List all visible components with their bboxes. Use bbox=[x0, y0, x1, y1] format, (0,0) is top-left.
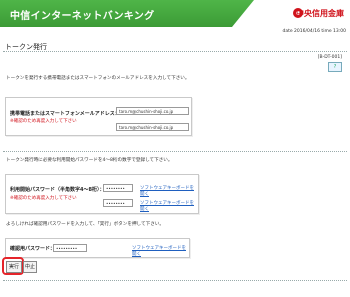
datetime-line: date 2016/04/16 time 13:00 bbox=[282, 29, 346, 34]
software-keyboard-link-1[interactable]: ソフトウェアキーボードを開く bbox=[140, 185, 198, 197]
divider bbox=[3, 280, 347, 281]
confirm-instruction: よろしければ確認用パスワードを入力して、「実行」ボタンを押して下さい。 bbox=[6, 222, 164, 227]
screen-id: [B-DT-001] bbox=[317, 55, 342, 60]
divider bbox=[3, 151, 347, 152]
password-confirm-note: ※確認のため再度入力して下さい bbox=[10, 196, 77, 201]
confirm-panel: 確認用パスワード： ••••••••• ソフトウェアキーボードを開く bbox=[5, 238, 190, 258]
password-label: 利用開始パスワード（半角数字4～8桁）： bbox=[10, 187, 105, 193]
cancel-button[interactable]: 中止 bbox=[23, 261, 37, 273]
password-panel: 利用開始パスワード（半角数字4～8桁）： ※確認のため再度入力して下さい •••… bbox=[5, 174, 199, 214]
password-confirm-field[interactable]: •••••••• bbox=[103, 199, 133, 207]
email-instruction: トークンを発行する携帯電話またはスマートフォンのメールアドレスを入力して下さい。 bbox=[6, 76, 190, 81]
bank-name: 中央信用金庫 bbox=[296, 9, 344, 18]
password-instruction: トークン発行時に必要な利用開始パスワードを4～8桁の数字で登録して下さい。 bbox=[6, 158, 173, 163]
execute-button[interactable]: 実行 bbox=[6, 261, 22, 273]
app-title: 中信インターネットバンキング bbox=[10, 11, 155, 22]
software-keyboard-link-2[interactable]: ソフトウェアキーボードを開く bbox=[140, 200, 198, 212]
software-keyboard-link-3[interactable]: ソフトウェアキーボードを開く bbox=[132, 245, 189, 257]
email-confirm-note: ※確認のため再度入力して下さい bbox=[10, 119, 77, 124]
password-field[interactable]: •••••••• bbox=[103, 184, 133, 192]
confirm-password-field[interactable]: ••••••••• bbox=[53, 244, 87, 252]
email-panel: 携帯電話またはスマートフォンメールアドレス： ※確認のため再度入力して下さい t… bbox=[5, 97, 192, 136]
app-header: 中信インターネットバンキング 中央信用金庫 bbox=[0, 0, 350, 27]
confirm-password-label: 確認用パスワード： bbox=[10, 246, 56, 252]
email-label: 携帯電話またはスマートフォンメールアドレス： bbox=[10, 111, 120, 117]
divider bbox=[3, 51, 347, 52]
email-field[interactable]: taro.m@chushin-shoji.co.jp bbox=[116, 107, 189, 115]
email-confirm-field[interactable]: taro.m@chushin-shoji.co.jp bbox=[116, 123, 189, 131]
help-icon[interactable]: ? bbox=[328, 62, 342, 72]
